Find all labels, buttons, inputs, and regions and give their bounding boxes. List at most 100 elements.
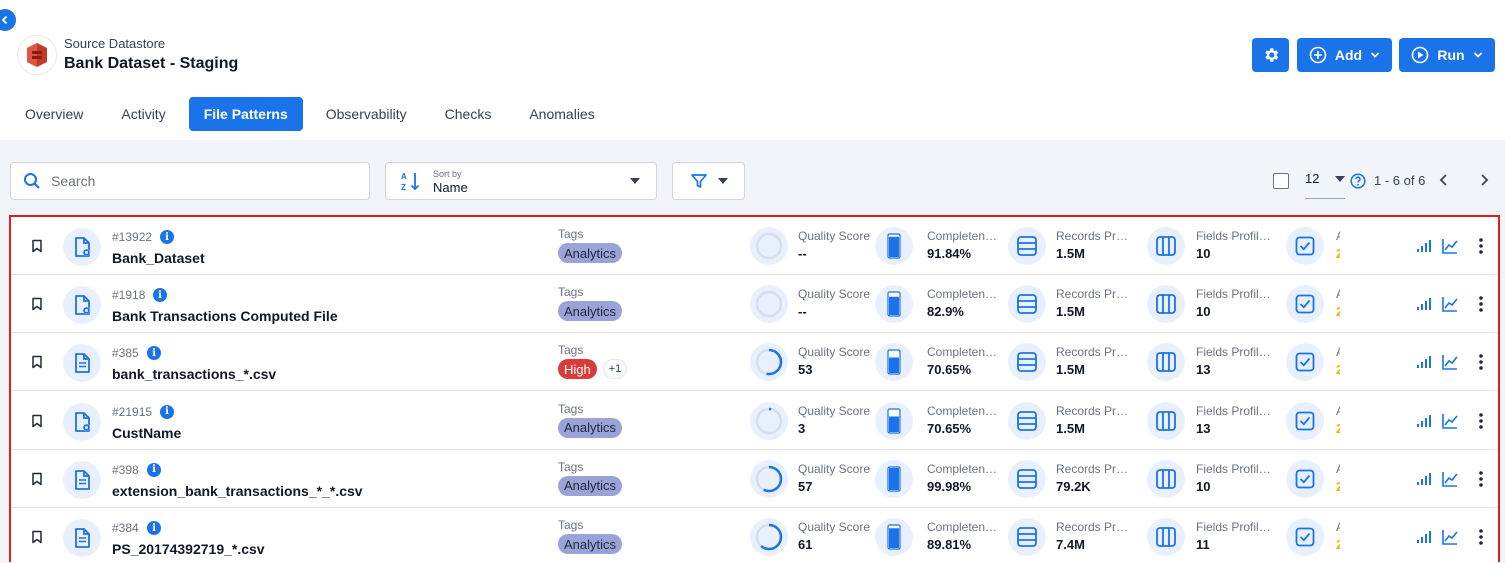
chevron-left-icon[interactable]	[1436, 172, 1452, 188]
completeness-label: Completeness	[927, 520, 1003, 534]
sort-value: Name	[433, 180, 468, 195]
info-icon[interactable]: i	[153, 288, 167, 303]
completeness-value: 70.65%	[927, 362, 972, 378]
select-all-checkbox[interactable]	[1273, 173, 1289, 189]
info-icon[interactable]: i	[147, 346, 161, 361]
aws-s3-logo-icon	[27, 43, 47, 67]
search-box[interactable]	[10, 162, 370, 200]
more-options-icon[interactable]	[1477, 528, 1485, 546]
more-options-icon[interactable]	[1477, 353, 1485, 371]
tab-activity[interactable]: Activity	[106, 97, 180, 131]
more-options-icon[interactable]	[1477, 412, 1485, 430]
bar-chart-icon[interactable]	[1415, 295, 1433, 313]
bar-chart-icon[interactable]	[1415, 237, 1433, 255]
line-chart-icon[interactable]	[1441, 470, 1459, 488]
list-item[interactable]: #13922 i Bank_Dataset Tags Analytics Qua…	[11, 217, 1498, 275]
line-chart-icon[interactable]	[1441, 412, 1459, 430]
file-type-badge	[63, 519, 101, 557]
fields-profiled-value: 13	[1196, 362, 1211, 378]
file-text-icon	[75, 469, 90, 490]
search-icon	[24, 173, 40, 189]
search-input[interactable]	[51, 173, 351, 189]
filter-button[interactable]	[672, 162, 745, 200]
bar-chart-icon[interactable]	[1415, 528, 1433, 546]
completeness-gauge	[875, 459, 913, 498]
more-options-icon[interactable]	[1477, 237, 1485, 255]
list-item[interactable]: #21915 i CustName Tags Analytics Quality…	[11, 391, 1498, 450]
info-icon[interactable]: i	[160, 230, 174, 244]
list-item[interactable]: #398 i extension_bank_transactions_*_*.c…	[11, 449, 1498, 508]
file-pattern-name[interactable]: PS_20174392719_*.csv	[112, 541, 265, 557]
bookmark-icon[interactable]	[30, 530, 44, 544]
bar-chart-icon[interactable]	[1415, 353, 1433, 371]
bookmark-icon[interactable]	[30, 239, 44, 253]
tag-badge: Analytics	[558, 301, 623, 322]
settings-button[interactable]	[1252, 38, 1289, 72]
tab-observability[interactable]: Observability	[311, 97, 422, 131]
records-profiled-label: Records Profiled	[1056, 229, 1132, 243]
file-pattern-name[interactable]: Bank Transactions Computed File	[112, 308, 338, 324]
tab-anomalies[interactable]: Anomalies	[514, 97, 609, 131]
page-size-select[interactable]: 12	[1305, 171, 1345, 199]
page-size-value: 12	[1305, 171, 1320, 186]
bookmark-icon[interactable]	[30, 355, 44, 369]
line-chart-icon[interactable]	[1441, 353, 1459, 371]
check-square-icon	[1295, 236, 1315, 256]
file-pattern-name[interactable]: extension_bank_transactions_*_*.csv	[112, 483, 363, 499]
line-chart-icon[interactable]	[1441, 237, 1459, 255]
tab-checks[interactable]: Checks	[430, 97, 507, 131]
active-checks-badge	[1286, 343, 1324, 382]
file-settings-icon	[75, 411, 91, 432]
completeness-gauge	[875, 285, 913, 324]
file-pattern-name[interactable]: bank_transactions_*.csv	[112, 366, 276, 382]
records-profiled-value: 1.5M	[1056, 246, 1085, 261]
quality-score-label: Quality Score	[798, 287, 871, 302]
file-pattern-name[interactable]: Bank_Dataset	[112, 250, 205, 266]
bookmark-icon[interactable]	[30, 472, 44, 486]
bookmark-icon[interactable]	[30, 414, 44, 428]
info-icon[interactable]: i	[147, 521, 161, 535]
file-pattern-id: #21915	[112, 404, 153, 419]
bar-chart-icon[interactable]	[1415, 470, 1433, 488]
active-checks-label: A	[1336, 345, 1340, 359]
help-icon[interactable]	[1350, 173, 1366, 189]
quality-score-value: 57	[798, 478, 813, 494]
run-button[interactable]: Run	[1399, 38, 1495, 72]
table-columns-icon	[1156, 527, 1176, 547]
sort-select[interactable]: A Z Sort by Name	[385, 162, 657, 200]
quality-ring-icon	[755, 523, 783, 551]
check-square-icon	[1295, 411, 1315, 430]
bar-chart-icon[interactable]	[1415, 412, 1433, 430]
list-item[interactable]: #384 i PS_20174392719_*.csv Tags Analyti…	[11, 508, 1498, 563]
line-chart-icon[interactable]	[1441, 295, 1459, 313]
info-icon[interactable]: i	[147, 462, 161, 477]
quality-score-value: --	[798, 246, 807, 261]
more-tags-badge[interactable]: +1	[603, 359, 627, 380]
tag-badge: Analytics	[558, 417, 623, 438]
quality-score-gauge	[750, 459, 788, 498]
fields-profiled-badge	[1147, 401, 1185, 440]
list-item[interactable]: #385 i bank_transactions_*.csv Tags High…	[11, 333, 1498, 392]
bookmark-icon[interactable]	[30, 297, 44, 311]
active-checks-value: 2	[1336, 246, 1340, 260]
records-profiled-badge	[1008, 459, 1046, 498]
active-checks-value: 2	[1336, 537, 1340, 551]
svg-text:A: A	[401, 172, 407, 181]
line-chart-icon[interactable]	[1441, 528, 1459, 546]
file-pattern-name[interactable]: CustName	[112, 425, 181, 441]
active-checks-label: A	[1336, 404, 1340, 418]
list-item[interactable]: #1918 i Bank Transactions Computed File …	[11, 275, 1498, 334]
info-icon[interactable]: i	[160, 404, 174, 419]
more-options-icon[interactable]	[1477, 295, 1485, 313]
chevron-right-icon[interactable]	[1476, 172, 1492, 188]
completeness-label: Completeness	[927, 345, 1003, 360]
add-button[interactable]: Add	[1297, 38, 1392, 72]
table-rows-icon	[1017, 410, 1037, 431]
tag-badge: Analytics	[558, 475, 623, 496]
fields-profiled-value: 10	[1196, 304, 1211, 320]
tab-overview[interactable]: Overview	[10, 97, 98, 131]
tab-file-patterns[interactable]: File Patterns	[188, 97, 303, 131]
records-profiled-badge	[1008, 518, 1046, 556]
collapse-sidebar-button[interactable]	[0, 9, 16, 31]
more-options-icon[interactable]	[1477, 470, 1485, 488]
